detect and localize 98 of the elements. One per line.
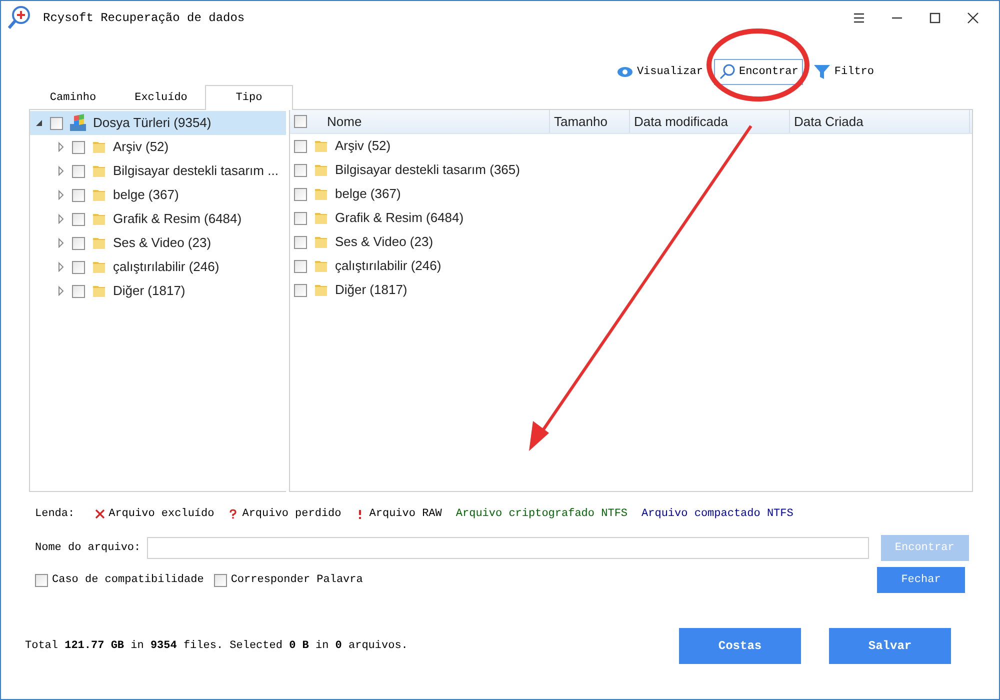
folder-icon [91,187,107,203]
drive-icon [69,114,87,132]
option-checkbox[interactable]: Corresponder Palavra [214,572,363,588]
tab[interactable]: Tipo [205,85,293,110]
checkbox[interactable] [72,188,85,202]
legend-text: Arquivo perdido [242,506,342,522]
funnel-icon [814,64,830,80]
tree-label: Grafik & Resim (6484) [113,210,242,228]
table-cell-text: Grafik & Resim (6484) [335,209,464,228]
toolbar-button[interactable]: Encontrar [714,59,804,85]
table-cell-text: Arşiv (52) [335,137,391,156]
status-text: Total 121.77 GB in 9354 files. Selected 0 B in 0 arquivos. [25,638,408,654]
toolbar-button[interactable]: Visualizar [612,59,708,85]
folder-icon [313,210,329,226]
folder-icon [313,162,329,178]
field-label: Nome do arquivo: [35,540,141,556]
checkbox[interactable] [50,116,63,130]
close-icon[interactable] [967,12,979,24]
toolbar-button[interactable]: Filtro [809,59,879,85]
checkbox[interactable] [294,236,307,248]
tree-item[interactable]: Dosya Türleri (9354) [30,111,286,135]
legend-label: Lenda: [35,506,75,522]
search-icon [718,64,735,80]
column-header[interactable]: Tamanho [554,112,608,132]
tree-item[interactable]: Grafik & Resim (6484) [30,207,286,231]
folder-icon [91,235,107,251]
expand-arrow-icon[interactable] [56,286,66,296]
checkbox[interactable] [294,115,307,128]
option-checkbox[interactable]: Caso de compatibilidade [35,572,204,588]
checkbox[interactable] [72,140,85,154]
app-logo-icon [7,5,31,31]
checkbox[interactable] [72,212,85,226]
checkbox[interactable] [72,236,85,250]
tree-label: Bilgisayar destekli tasarım ... [113,162,278,180]
tree-label: belge (367) [113,186,179,204]
table-cell-text: Ses & Video (23) [335,233,434,252]
tree-item[interactable]: Bilgisayar destekli tasarım ... [30,159,286,183]
checkbox[interactable] [72,284,85,298]
tree-label: Arşiv (52) [113,138,169,156]
table-cell-text: çalıştırılabilir (246) [335,257,442,276]
legend-text: Arquivo RAW [369,506,442,522]
folder-icon [91,211,107,227]
tab[interactable]: Caminho [29,87,117,109]
tab[interactable]: Excluído [117,87,205,109]
expanded-arrow-icon[interactable] [34,118,44,128]
expand-arrow-icon[interactable] [56,262,66,272]
column-header[interactable]: Data modificada [634,112,728,132]
legend-text: Arquivo excluído [108,506,214,522]
column-header[interactable]: Nome [327,112,362,132]
checkbox[interactable] [294,188,307,200]
checkbox[interactable] [35,574,48,586]
maximize-icon[interactable] [929,12,941,24]
checkbox[interactable] [72,164,85,178]
checkbox[interactable] [72,260,85,274]
expand-arrow-icon[interactable] [56,238,66,248]
menu-icon[interactable] [853,12,865,24]
column-header[interactable]: Data Criada [794,112,864,132]
tree-label: Dosya Türleri (9354) [93,114,212,132]
checkbox[interactable] [294,260,307,272]
table-cell-text: Bilgisayar destekli tasarım (365) [335,161,520,180]
action-button[interactable]: Salvar [829,628,951,664]
table-cell-text: Diğer (1817) [335,281,408,300]
folder-icon [313,258,329,274]
tree-label: çalıştırılabilir (246) [113,258,220,276]
question-mark-icon [228,509,238,519]
expand-arrow-icon[interactable] [56,142,66,152]
tree-item[interactable]: Arşiv (52) [30,135,286,159]
tree-label: Ses & Video (23) [113,234,212,252]
action-button[interactable]: Costas [679,628,801,664]
legend-text: Arquivo compactado NTFS [642,506,794,522]
cross-icon [94,509,105,519]
folder-icon [91,259,107,275]
close-button[interactable]: Fechar [877,567,965,593]
checkbox[interactable] [294,164,307,176]
expand-arrow-icon[interactable] [56,190,66,200]
checkbox[interactable] [294,140,307,152]
checkbox[interactable] [294,212,307,224]
tree-item[interactable]: çalıştırılabilir (246) [30,255,286,279]
legend-text: Arquivo criptografado NTFS [456,506,628,522]
window-title: Rcysoft Recuperação de dados [43,10,245,27]
folder-icon [313,282,329,298]
tree-item[interactable]: Diğer (1817) [30,279,286,303]
tree-item[interactable]: belge (367) [30,183,286,207]
folder-icon [313,138,329,154]
expand-arrow-icon[interactable] [56,214,66,224]
eye-icon [616,64,633,80]
file-name-field[interactable] [146,537,869,559]
folder-icon [91,283,107,299]
folder-icon [91,163,107,179]
checkbox[interactable] [294,284,307,296]
expand-arrow-icon[interactable] [56,166,66,176]
tree-item[interactable]: Ses & Video (23) [30,231,286,255]
table-cell-text: belge (367) [335,185,401,204]
folder-icon [313,186,329,202]
checkbox[interactable] [214,574,227,586]
folder-icon [313,234,329,250]
tree-label: Diğer (1817) [113,282,186,300]
folder-icon [91,139,107,155]
